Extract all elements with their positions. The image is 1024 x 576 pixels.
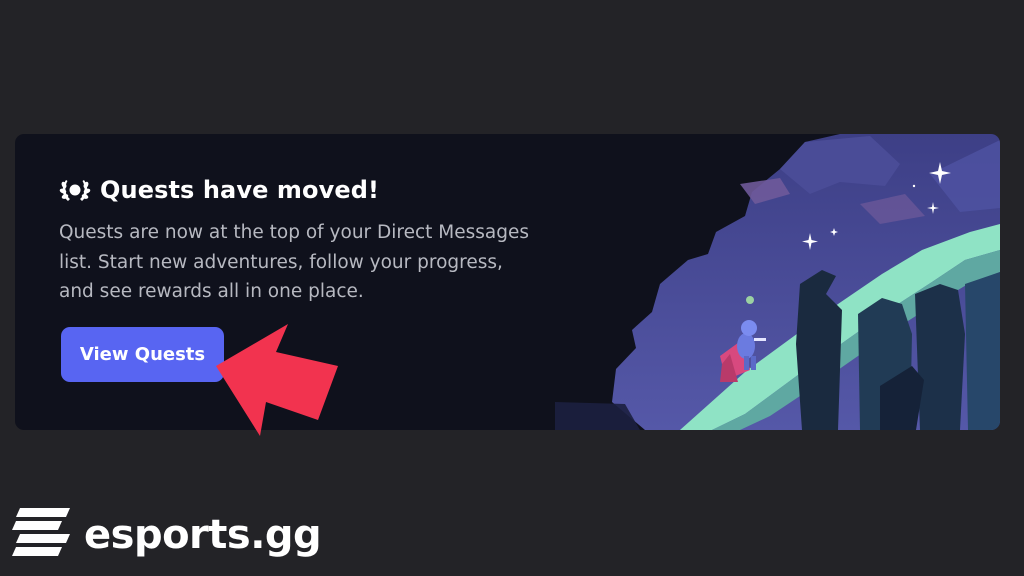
quests-moved-card: Quests have moved! Quests are now at the…: [15, 134, 1000, 430]
esports-gg-name: esports.gg: [84, 512, 322, 558]
esports-gg-watermark: esports.gg: [10, 506, 322, 564]
card-description: Quests are now at the top of your Direct…: [59, 222, 530, 302]
fantasy-cliff-illustration: [555, 134, 1000, 430]
card-title: Quests have moved!: [100, 176, 380, 204]
view-quests-button[interactable]: View Quests: [61, 327, 224, 382]
card-content: Quests have moved! Quests are now at the…: [59, 174, 549, 307]
pointer-arrow-icon: [216, 324, 338, 436]
card-title-row: Quests have moved!: [59, 174, 549, 206]
laurel-wreath-icon: [59, 174, 91, 206]
esports-gg-logo: [12, 508, 70, 556]
screenshot-stage: Quests have moved! Quests are now at the…: [0, 0, 1024, 576]
